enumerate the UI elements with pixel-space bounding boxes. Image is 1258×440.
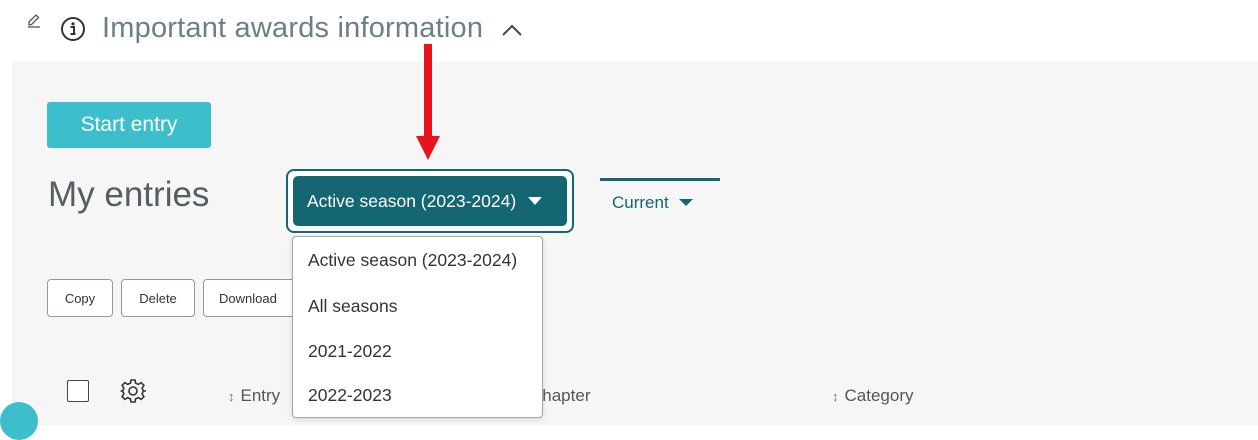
- season-option[interactable]: All seasons: [308, 296, 398, 317]
- copy-button[interactable]: Copy: [47, 279, 113, 317]
- season-dropdown-menu: Active season (2023-2024) All seasons 20…: [292, 236, 543, 418]
- pencil-icon[interactable]: [26, 10, 44, 28]
- download-button[interactable]: Download: [203, 279, 299, 317]
- annotation-arrow: [416, 44, 440, 160]
- start-entry-button[interactable]: Start entry: [47, 102, 211, 148]
- status-filter-tab[interactable]: Current: [600, 178, 720, 224]
- season-select-value: Active season (2023-2024): [307, 190, 517, 211]
- column-header-entry[interactable]: ↕ Entry: [228, 386, 280, 406]
- info-icon: [61, 17, 85, 41]
- sort-icon: ↕: [228, 389, 235, 404]
- sort-icon: ↕: [832, 389, 839, 404]
- column-label: Entry: [240, 386, 281, 405]
- page-title: My entries: [48, 175, 210, 214]
- caret-down-icon: [678, 199, 693, 206]
- season-option[interactable]: Active season (2023-2024): [308, 250, 517, 271]
- awards-info-title[interactable]: Important awards information: [102, 12, 483, 45]
- gear-icon[interactable]: [120, 378, 146, 404]
- status-filter-value: Current: [612, 192, 669, 212]
- column-label: Category: [844, 386, 914, 405]
- chevron-up-icon[interactable]: [500, 22, 524, 38]
- delete-button[interactable]: Delete: [121, 279, 195, 317]
- caret-down-icon: [528, 197, 543, 205]
- select-all-checkbox[interactable]: [67, 380, 89, 402]
- season-option[interactable]: 2021-2022: [308, 341, 392, 362]
- sidebar-toggle-handle[interactable]: [0, 402, 38, 440]
- season-option[interactable]: 2022-2023: [308, 385, 392, 406]
- column-header-category[interactable]: ↕ Category: [832, 386, 913, 406]
- season-select[interactable]: Active season (2023-2024): [293, 176, 567, 226]
